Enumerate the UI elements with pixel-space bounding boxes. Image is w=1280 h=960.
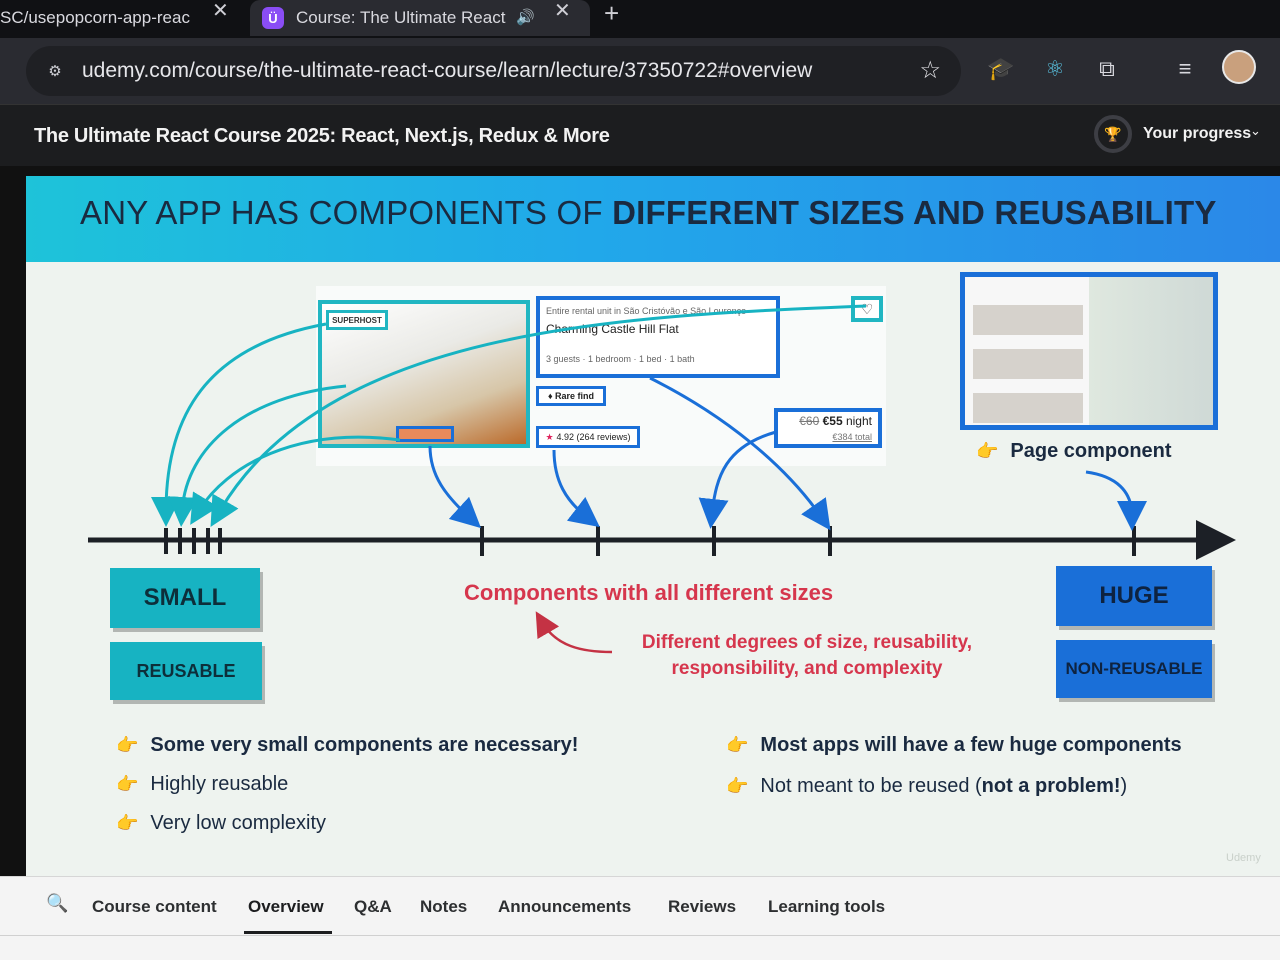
search-icon[interactable]: 🔍 [46,893,68,914]
react-devtools-icon[interactable]: ⚛ [1040,54,1070,84]
udemy-favicon-icon: Ü [262,7,284,29]
center-label: Components with all different sizes [464,580,834,605]
tab-course-content[interactable]: Course content [92,897,217,917]
udemy-watermark: Udemy [1226,852,1261,864]
course-title[interactable]: The Ultimate React Course 2025: React, N… [34,125,610,148]
medium-component-arrows [428,376,1147,531]
bullet-item: 👉 Not meant to be reused (not a problem!) [726,775,1182,798]
small-component-arrows [151,304,867,527]
chevron-down-icon[interactable]: ⌄ [1250,123,1261,139]
small-bullets: 👉 Some very small components are necessar… [116,734,578,851]
site-settings-icon[interactable]: ⚙ [40,56,70,86]
profile-avatar[interactable] [1222,50,1256,84]
bullet-text: Most apps will have a few huge component… [760,734,1182,756]
browser-tab-bar: SC/usepopcorn-app-reac ✕ Ü Course: The U… [0,0,1280,38]
bullet-item: 👉 Most apps will have a few huge componen… [726,734,1182,757]
bullet-item: 👉 Highly reusable [116,773,578,796]
tab-title: Course: The Ultimate React [296,8,506,27]
tab-announcements[interactable]: Announcements [498,897,631,917]
url-text: udemy.com/course/the-ultimate-react-cour… [82,59,813,82]
tab-reviews[interactable]: Reviews [668,897,736,917]
bullet-text: Very low complexity [150,812,327,834]
center-sublabel: Different degrees of size, reusability, … [641,632,973,679]
pointing-hand-icon: 👉 [116,735,139,755]
tab-learning-tools[interactable]: Learning tools [768,897,885,917]
tab-title: SC/usepopcorn-app-reac [0,8,190,27]
audio-icon[interactable]: 🔊 [516,8,535,26]
red-arrow [535,611,613,654]
bullet-item: 👉 Very low complexity [116,812,578,835]
bookmark-star-icon[interactable]: ☆ [919,56,941,85]
pointing-hand-icon: 👉 [726,776,749,796]
close-icon[interactable]: ✕ [212,0,229,23]
bullet-text: Not meant to be reused ( [760,775,982,797]
pointing-hand-icon: 👉 [116,774,139,794]
browser-tab-usepopcorn[interactable]: SC/usepopcorn-app-reac ✕ [0,0,240,36]
huge-bullets: 👉 Most apps will have a few huge componen… [726,734,1182,816]
trophy-icon[interactable]: 🏆 [1094,115,1132,153]
reusable-label-box: REUSABLE [110,642,262,700]
active-tab-underline [244,931,332,934]
tabs-divider [0,935,1280,936]
bullet-text: Highly reusable [150,773,289,795]
close-icon[interactable]: ✕ [554,0,571,23]
tab-qa[interactable]: Q&A [354,897,392,917]
progress-label[interactable]: Your progress [1143,125,1251,143]
bullet-text: Some very small components are necessary… [150,734,579,756]
reading-list-icon[interactable]: ≡ [1170,54,1200,84]
tab-overview[interactable]: Overview [248,897,324,917]
bullet-item: 👉 Some very small components are necessar… [116,734,578,757]
browser-toolbar: ⚙ udemy.com/course/the-ultimate-react-co… [0,38,1280,104]
tab-notes[interactable]: Notes [420,897,467,917]
bullet-text-end: ) [1120,775,1128,797]
puzzle-icon[interactable]: ⧉ [1092,54,1122,84]
lecture-tabs: 🔍 Course content Overview Q&A Notes Anno… [0,876,1280,960]
bullet-text-bold: not a problem! [981,775,1121,797]
small-label-box: SMALL [110,568,260,628]
lecture-slide: ANY APP HAS COMPONENTS OF DIFFERENT SIZE… [26,176,1280,876]
course-header: The Ultimate React Course 2025: React, N… [0,104,1280,166]
new-tab-button[interactable]: + [604,0,619,29]
address-bar[interactable]: ⚙ udemy.com/course/the-ultimate-react-co… [26,46,961,96]
nonreusable-label-box: NON-REUSABLE [1056,640,1212,698]
extension-icon[interactable]: 🎓 [986,54,1016,84]
browser-tab-udemy[interactable]: Ü Course: The Ultimate React 🔊 ✕ [250,0,590,36]
huge-label-box: HUGE [1056,566,1212,626]
pointing-hand-icon: 👉 [116,813,139,833]
pointing-hand-icon: 👉 [726,735,749,755]
